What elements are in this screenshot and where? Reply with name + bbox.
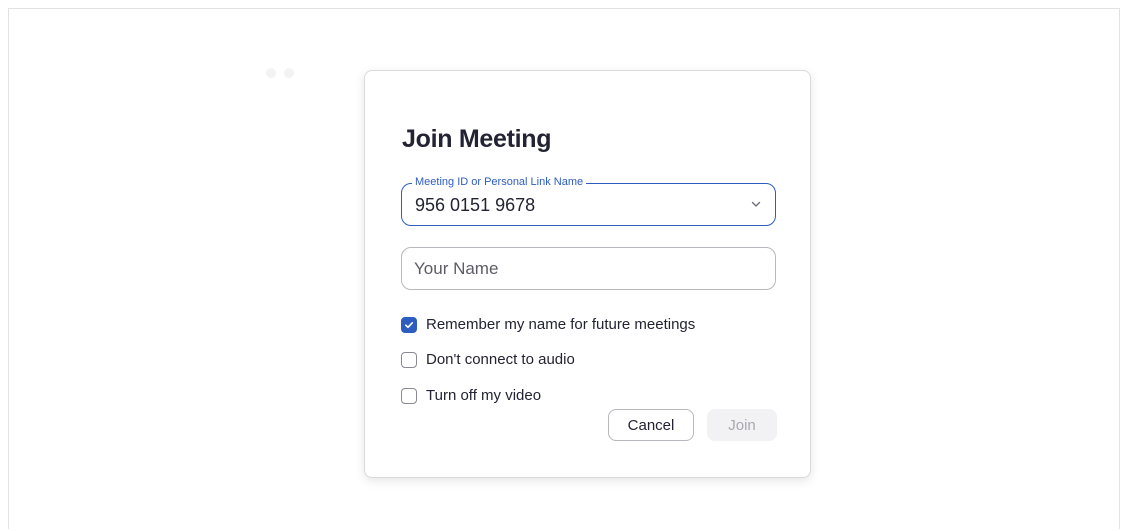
chevron-down-icon[interactable] [751, 199, 761, 209]
video-off-label: Turn off my video [426, 387, 542, 404]
your-name-input[interactable] [414, 257, 744, 281]
remember-name-checkbox[interactable] [401, 316, 417, 333]
no-audio-option[interactable]: Don't connect to audio [401, 351, 575, 368]
meeting-id-label: Meeting ID or Personal Link Name [412, 176, 587, 188]
close-window-dot[interactable] [266, 68, 276, 78]
join-button[interactable]: Join [707, 409, 777, 441]
checkmark-icon [405, 321, 414, 328]
window-controls [266, 68, 294, 78]
no-audio-label: Don't connect to audio [426, 351, 575, 368]
no-audio-checkbox[interactable] [401, 351, 417, 368]
video-off-checkbox[interactable] [401, 387, 417, 404]
minimize-window-dot[interactable] [284, 68, 294, 78]
dialog-title: Join Meeting [402, 125, 552, 153]
join-meeting-dialog: Join Meeting Meeting ID or Personal Link… [364, 70, 811, 478]
meeting-id-value[interactable]: 956 0151 9678 [415, 195, 535, 216]
cancel-button[interactable]: Cancel [608, 409, 694, 441]
meeting-id-field[interactable]: Meeting ID or Personal Link Name 956 015… [401, 176, 776, 226]
remember-name-label: Remember my name for future meetings [426, 316, 696, 333]
video-off-option[interactable]: Turn off my video [401, 387, 541, 404]
your-name-field[interactable] [401, 247, 776, 290]
remember-name-option[interactable]: Remember my name for future meetings [401, 316, 695, 333]
